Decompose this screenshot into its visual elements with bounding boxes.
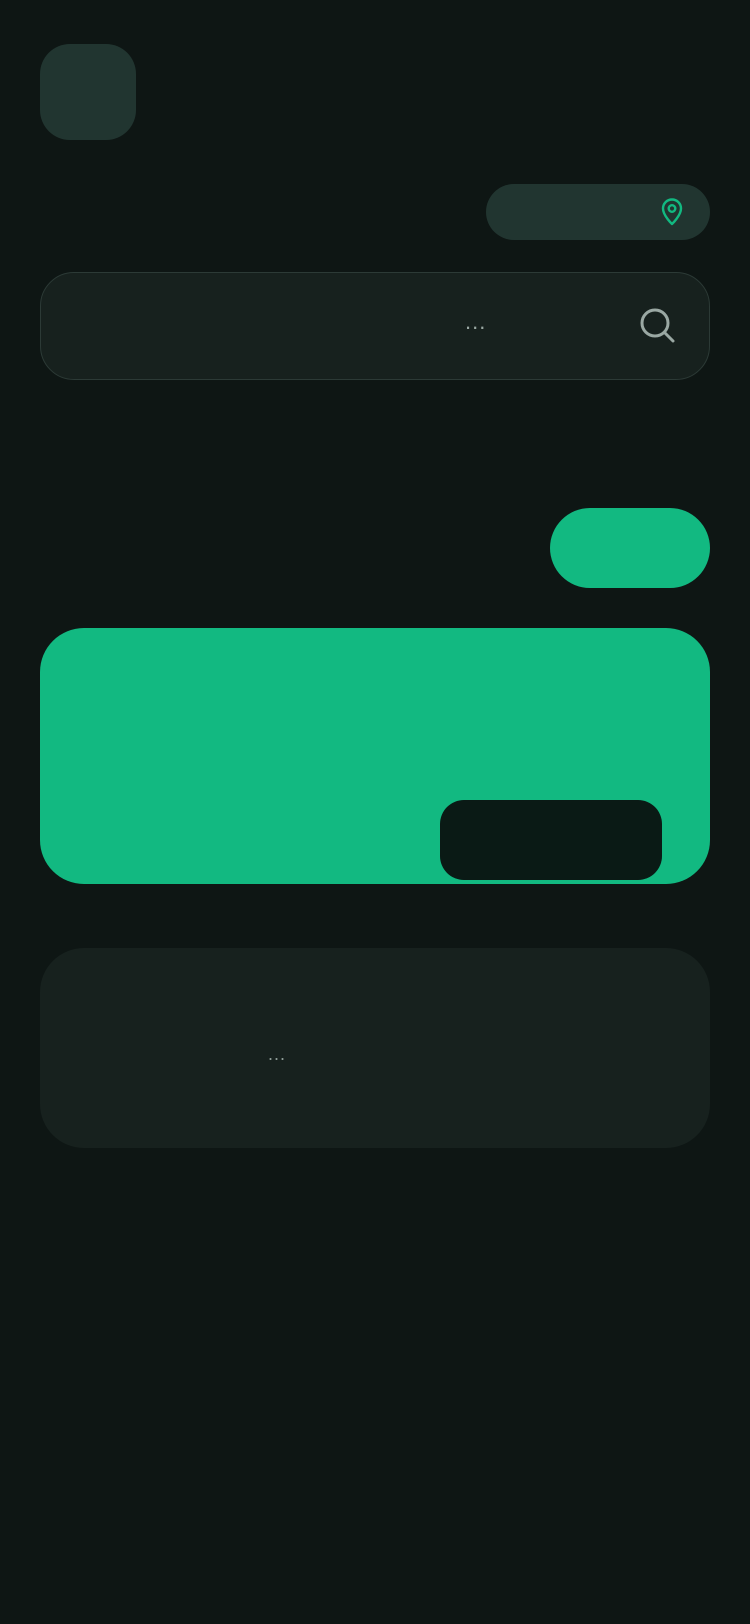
- pill-button[interactable]: [550, 508, 710, 588]
- search-placeholder: ...: [465, 309, 487, 334]
- search-icon[interactable]: [639, 307, 677, 345]
- search-box[interactable]: ...: [40, 272, 710, 380]
- info-text: ...: [268, 1044, 287, 1064]
- hero-action-button[interactable]: [440, 800, 662, 880]
- app-screen: ... ...: [0, 0, 750, 1624]
- info-card[interactable]: ...: [40, 948, 710, 1148]
- avatar[interactable]: [40, 44, 136, 140]
- hero-card[interactable]: [40, 628, 710, 884]
- map-pin-icon: [661, 198, 683, 226]
- location-selector[interactable]: [486, 184, 710, 240]
